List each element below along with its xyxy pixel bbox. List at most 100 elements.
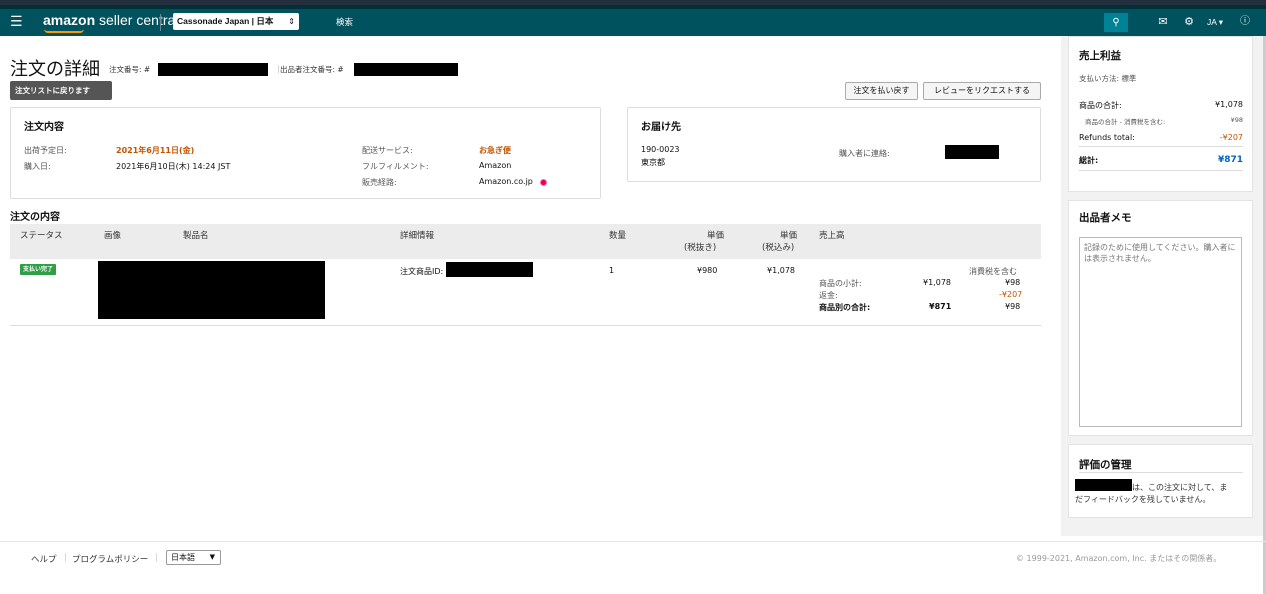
language-select[interactable]: 日本語 ▼ <box>166 550 221 565</box>
seller-memo-panel: 出品者メモ 記録のために使用してください。購入者には表示されません。 <box>1068 200 1253 436</box>
status-badge: 支払い完了 <box>20 264 56 275</box>
amazon-smile-icon <box>44 29 84 33</box>
col-sales: 売上高 <box>819 231 845 241</box>
item-unit-price-in: ¥1,078 <box>767 266 795 275</box>
grand-total-label: 総計: <box>1079 156 1099 165</box>
hamburger-menu-icon[interactable]: ☰ <box>10 15 24 29</box>
subtotal-label: 商品の小計: <box>819 279 862 288</box>
ship-to-heading: お届け先 <box>641 122 681 133</box>
mail-icon[interactable]: ✉ <box>1156 14 1170 30</box>
top-navigation-inner: ☰ amazon seller central Cassonade Japan … <box>0 9 1266 36</box>
refund-label: 返金: <box>819 291 838 300</box>
search-input[interactable]: 検索 <box>330 13 1104 32</box>
refund-tax: -¥207 <box>999 290 1023 299</box>
help-link[interactable]: ヘルプ <box>31 553 57 565</box>
order-info-heading: 注文内容 <box>24 122 64 133</box>
fulfillment-label: フルフィルメント: <box>362 162 429 171</box>
redacted-buyer-contact-link[interactable] <box>945 145 999 159</box>
shipping-service-value: お急ぎ便 <box>479 146 511 155</box>
col-quantity: 数量 <box>609 231 627 241</box>
logo-amazon-text: amazon <box>43 12 96 28</box>
tax-note-value: ¥98 <box>1230 116 1243 124</box>
logo-seller-central-text: seller central <box>95 12 179 28</box>
updown-caret-icon: ⇕ <box>288 17 295 26</box>
col-unit-price-in: 単価 <box>780 231 798 241</box>
feedback-text-line2: だフィードバックを残していません。 <box>1075 495 1211 504</box>
sales-profit-heading: 売上利益 <box>1079 50 1121 62</box>
subtotal-value: ¥1,078 <box>923 278 951 287</box>
divider <box>1079 170 1243 171</box>
store-selector[interactable]: Cassonade Japan | 日本 ⇕ <box>173 13 299 30</box>
col-image: 画像 <box>104 231 122 241</box>
page-title: 注文の詳細 <box>10 59 100 80</box>
prefecture: 東京都 <box>641 158 665 167</box>
refunds-total-row: Refunds total: -¥207 <box>1079 133 1243 142</box>
feedback-panel: 評価の管理 は、この注文に対して、ま だフィードバックを残していません。 <box>1068 444 1253 518</box>
contact-buyer-label: 購入者に連絡: <box>839 149 890 158</box>
order-info-card: 注文内容 出荷予定日: 2021年6月11日(金) 購入日: 2021年6月10… <box>10 107 601 199</box>
item-total-label: 商品別の合計: <box>819 303 871 312</box>
ship-by-value: 2021年6月11日(金) <box>116 146 195 155</box>
purchase-date-value: 2021年6月10日(木) 14:24 JST <box>116 162 231 171</box>
japan-flag-icon <box>541 180 546 185</box>
subtotal-tax: ¥98 <box>1005 278 1021 287</box>
seller-memo-heading: 出品者メモ <box>1079 212 1132 224</box>
language-select-value: 日本語 <box>171 553 195 562</box>
col-unit-price-in-sub: (税込み) <box>762 243 795 253</box>
seller-order-number-label: 出品者注文番号: # <box>280 65 344 74</box>
product-total-label: 商品の合計: <box>1079 101 1122 110</box>
item-total-value: ¥871 <box>929 302 952 311</box>
program-policy-link[interactable]: プログラムポリシー <box>72 553 148 565</box>
purchase-date-label: 購入日: <box>24 162 51 171</box>
seller-memo-textarea[interactable]: 記録のために使用してください。購入者には表示されません。 <box>1079 237 1242 427</box>
footer-divider: | <box>155 553 158 563</box>
redacted-order-item-id <box>446 262 533 277</box>
redacted-order-number <box>158 63 268 76</box>
help-icon[interactable]: ⓘ <box>1238 14 1252 30</box>
postal-code: 190-0023 <box>641 145 680 154</box>
redacted-buyer-name <box>1075 479 1132 491</box>
item-unit-price-ex: ¥980 <box>697 266 718 275</box>
search-icon[interactable]: ⚲ <box>1104 13 1128 32</box>
sales-channel-value: Amazon.co.jp <box>479 177 533 186</box>
grand-total-value: ¥871 <box>1217 155 1243 165</box>
copyright: © 1999-2021, Amazon.com, Inc. またはその関係者。 <box>1016 554 1222 563</box>
divider <box>160 14 161 31</box>
item-quantity: 1 <box>609 266 615 275</box>
divider <box>1079 146 1243 147</box>
product-total-value: ¥1,078 <box>1215 100 1243 109</box>
order-item-id-label: 注文商品ID: <box>400 267 444 276</box>
footer-divider: | <box>64 553 67 563</box>
col-product-name: 製品名 <box>183 231 209 241</box>
store-selector-label: Cassonade Japan | 日本 <box>177 16 274 26</box>
items-table-header: ステータス 画像 製品名 詳細情報 数量 単価 (税抜き) 単価 (税込み) 売… <box>10 224 1041 259</box>
tax-note-label: 商品の合計 - 消費税を含む: <box>1085 118 1166 126</box>
col-unit-price-ex: 単価 <box>707 231 725 241</box>
tax-included-header: 消費税を含む <box>969 267 1017 276</box>
payment-method: 支払い方法: 標準 <box>1079 74 1137 83</box>
col-details: 詳細情報 <box>400 231 435 241</box>
request-review-button[interactable]: レビューをリクエストする <box>923 82 1041 100</box>
order-contents-heading: 注文の内容 <box>10 212 60 223</box>
col-status: ステータス <box>20 231 63 241</box>
back-to-orders-button[interactable]: 注文リストに戻ります <box>10 81 112 100</box>
footer <box>0 541 1266 594</box>
top-navigation-bar: ☰ amazon seller central Cassonade Japan … <box>0 0 1266 36</box>
sales-profit-panel: 売上利益 支払い方法: 標準 商品の合計: ¥1,078 商品の合計 - 消費税を… <box>1068 36 1253 192</box>
product-total-row: 商品の合計: ¥1,078 <box>1079 100 1243 111</box>
refunds-total-label: Refunds total: <box>1079 133 1135 142</box>
ship-by-label: 出荷予定日: <box>24 146 67 155</box>
language-selector[interactable]: JA ▾ <box>1207 14 1223 30</box>
divider <box>1079 472 1243 473</box>
feedback-text-line1: は、この注文に対して、ま <box>1132 483 1228 492</box>
gear-icon[interactable]: ⚙ <box>1182 14 1196 30</box>
col-unit-price-ex-sub: (税抜き) <box>684 243 717 253</box>
shipping-service-label: 配送サービス: <box>362 146 413 155</box>
redacted-seller-order-number <box>354 63 458 76</box>
fulfillment-value: Amazon <box>479 161 512 170</box>
refund-order-button[interactable]: 注文を払い戻す <box>845 82 918 100</box>
chevron-down-icon: ▼ <box>209 553 215 561</box>
seller-central-logo[interactable]: amazon seller central <box>43 12 179 33</box>
ship-to-card: お届け先 190-0023 東京都 購入者に連絡: <box>627 107 1041 182</box>
redacted-product-image-and-name <box>98 261 325 319</box>
